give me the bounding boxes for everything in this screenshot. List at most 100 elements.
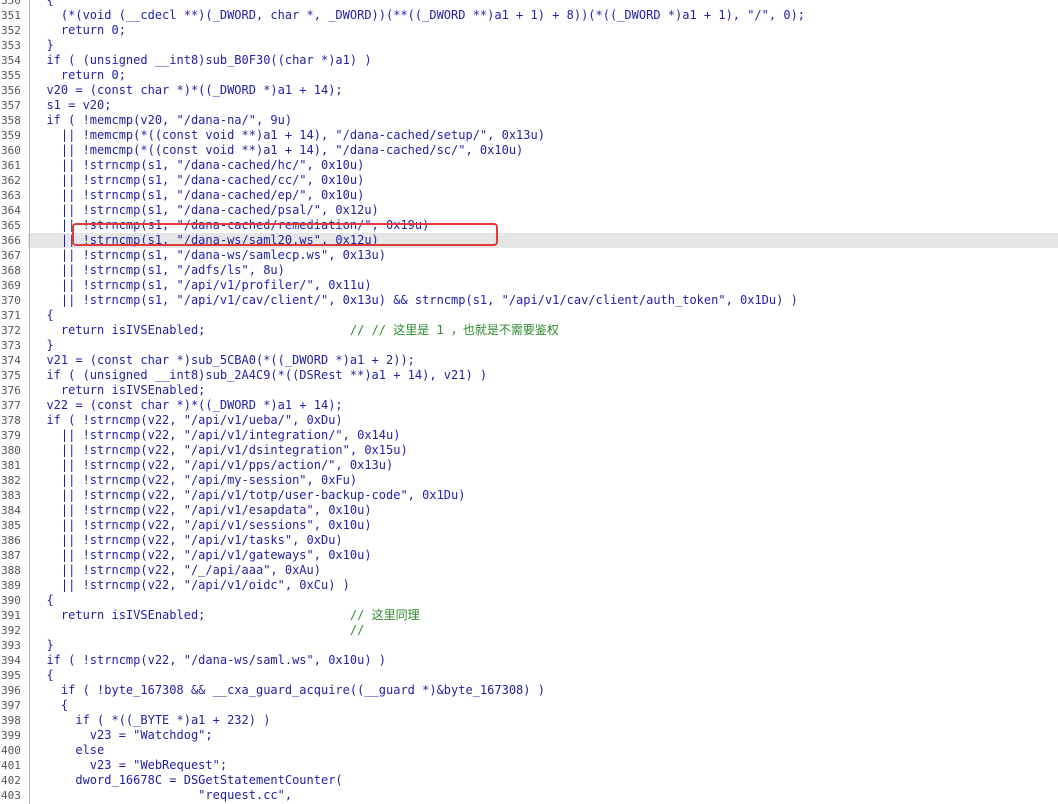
code-text: return isIVSEnabled; (32, 382, 206, 397)
code-line[interactable]: 401 v23 = "WebRequest"; (0, 758, 1058, 773)
code-line[interactable]: 375 if ( (unsigned __int8)sub_2A4C9(*((D… (0, 368, 1058, 383)
code-line[interactable]: 402 dword_16678C = DSGetStatementCounter… (0, 773, 1058, 788)
code-line[interactable]: 380 || !strncmp(v22, "/api/v1/dsintegrat… (0, 443, 1058, 458)
code-line[interactable]: 395 { (0, 668, 1058, 683)
code-text: (*(void (__cdecl **)(_DWORD, char *, _DW… (32, 7, 806, 22)
code-line[interactable]: 350 { (0, 0, 1058, 8)
code-line[interactable]: 353 } (0, 38, 1058, 53)
code-line[interactable]: 363 || !strncmp(s1, "/dana-cached/ep/", … (0, 188, 1058, 203)
code-line[interactable]: 361 || !strncmp(s1, "/dana-cached/hc/", … (0, 158, 1058, 173)
line-number: 350 (1, 0, 21, 7)
code-line[interactable]: 371 { (0, 308, 1058, 323)
gutter-divider (29, 0, 30, 804)
code-text: s1 = v20; (32, 97, 112, 112)
line-number: 369 (1, 278, 21, 292)
code-text: || !strncmp(v22, "/api/my-session", 0xFu… (32, 472, 358, 487)
code-text: || !strncmp(v22, "/api/v1/sessions", 0x1… (32, 517, 372, 532)
line-number: 378 (1, 413, 21, 427)
line-number: 379 (1, 428, 21, 442)
code-text: else (32, 742, 105, 757)
code-text: if ( !strncmp(v22, "/api/v1/ueba/", 0xDu… (32, 412, 343, 427)
code-line[interactable]: 400 else (0, 743, 1058, 758)
line-number: 388 (1, 563, 21, 577)
code-line[interactable]: 396 if ( !byte_167308 && __cxa_guard_acq… (0, 683, 1058, 698)
code-line[interactable]: 385 || !strncmp(v22, "/api/v1/sessions",… (0, 518, 1058, 533)
line-number: 371 (1, 308, 21, 322)
line-number: 396 (1, 683, 21, 697)
code-line[interactable]: 384 || !strncmp(v22, "/api/v1/esapdata",… (0, 503, 1058, 518)
code-line[interactable]: 358 if ( !memcmp(v20, "/dana-na/", 9u) (0, 113, 1058, 128)
code-line[interactable]: 367 || !strncmp(s1, "/dana-ws/samlecp.ws… (0, 248, 1058, 263)
line-number: 389 (1, 578, 21, 592)
line-number: 384 (1, 503, 21, 517)
code-text: { (32, 0, 53, 8)
code-line[interactable]: 387 || !strncmp(v22, "/api/v1/gateways",… (0, 548, 1058, 563)
line-number: 355 (1, 68, 21, 82)
line-number: 354 (1, 53, 21, 67)
code-text: if ( !memcmp(v20, "/dana-na/", 9u) (32, 112, 293, 127)
line-number: 387 (1, 548, 21, 562)
code-text: } (32, 637, 54, 652)
code-line[interactable]: 377 v22 = (const char *)*((_DWORD *)a1 +… (0, 398, 1058, 413)
line-number: 351 (1, 8, 21, 22)
code-text: || !strncmp(s1, "/api/v1/cav/client/", 0… (32, 292, 798, 307)
code-line[interactable]: 360 || !memcmp(*((const void **)a1 + 14)… (0, 143, 1058, 158)
code-text: { (32, 697, 69, 712)
code-line[interactable]: 381 || !strncmp(v22, "/api/v1/pps/action… (0, 458, 1058, 473)
code-line[interactable]: 355 return 0; (0, 68, 1058, 83)
code-line[interactable]: 378 if ( !strncmp(v22, "/api/v1/ueba/", … (0, 413, 1058, 428)
code-line[interactable]: 359 || !memcmp(*((const void **)a1 + 14)… (0, 128, 1058, 143)
code-text: // (349, 622, 365, 637)
code-line[interactable]: 382 || !strncmp(v22, "/api/my-session", … (0, 473, 1058, 488)
line-number: 375 (1, 368, 21, 382)
code-line[interactable]: 357 s1 = v20; (0, 98, 1058, 113)
code-line[interactable]: 394 if ( !strncmp(v22, "/dana-ws/saml.ws… (0, 653, 1058, 668)
code-line[interactable]: 354 if ( (unsigned __int8)sub_B0F30((cha… (0, 53, 1058, 68)
code-text: v22 = (const char *)*((_DWORD *)a1 + 14)… (32, 397, 343, 412)
code-text: || !strncmp(v22, "/api/v1/dsintegration"… (32, 442, 408, 457)
code-line[interactable]: 373 } (0, 338, 1058, 353)
code-line[interactable]: 364 || !strncmp(s1, "/dana-cached/psal/"… (0, 203, 1058, 218)
code-line[interactable]: 403 "request.cc", (0, 788, 1058, 803)
code-line[interactable]: 390 { (0, 593, 1058, 608)
code-line[interactable]: 379 || !strncmp(v22, "/api/v1/integratio… (0, 428, 1058, 443)
code-text: || !strncmp(s1, "/api/v1/profiler/", 0x1… (32, 277, 372, 292)
code-text: v23 = "Watchdog"; (32, 727, 213, 742)
code-line[interactable]: 393 } (0, 638, 1058, 653)
line-number: 364 (1, 203, 21, 217)
code-line[interactable]: 352 return 0; (0, 23, 1058, 38)
code-text: v20 = (const char *)*((_DWORD *)a1 + 14)… (32, 82, 343, 97)
code-line[interactable]: 370 || !strncmp(s1, "/api/v1/cav/client/… (0, 293, 1058, 308)
line-number: 398 (1, 713, 21, 727)
code-line[interactable]: 397 { (0, 698, 1058, 713)
line-number: 363 (1, 188, 21, 202)
code-text: || !strncmp(v22, "/api/v1/totp/user-back… (32, 487, 466, 502)
line-number: 393 (1, 638, 21, 652)
code-text: || !strncmp(v22, "/api/v1/tasks", 0xDu) (32, 532, 343, 547)
line-number: 362 (1, 173, 21, 187)
pseudocode-editor[interactable]: 350 {351 (*(void (__cdecl **)(_DWORD, ch… (0, 0, 1058, 803)
code-line[interactable]: 383 || !strncmp(v22, "/api/v1/totp/user-… (0, 488, 1058, 503)
line-number: 374 (1, 353, 21, 367)
code-text: return 0; (32, 22, 126, 37)
code-text: if ( *((_BYTE *)a1 + 232) ) (32, 712, 271, 727)
code-line[interactable]: 398 if ( *((_BYTE *)a1 + 232) ) (0, 713, 1058, 728)
code-text: if ( !strncmp(v22, "/dana-ws/saml.ws", 0… (32, 652, 387, 667)
code-line[interactable]: 368 || !strncmp(s1, "/adfs/ls", 8u) (0, 263, 1058, 278)
line-number: 370 (1, 293, 21, 307)
code-line[interactable]: 392 // (0, 623, 1058, 638)
code-line[interactable]: 362 || !strncmp(s1, "/dana-cached/cc/", … (0, 173, 1058, 188)
code-line[interactable]: 399 v23 = "Watchdog"; (0, 728, 1058, 743)
line-number: 365 (1, 218, 21, 232)
code-text: || !strncmp(v22, "/api/v1/integration/",… (32, 427, 401, 442)
code-line[interactable]: 369 || !strncmp(s1, "/api/v1/profiler/",… (0, 278, 1058, 293)
code-line[interactable]: 351 (*(void (__cdecl **)(_DWORD, char *,… (0, 8, 1058, 23)
code-line[interactable]: 389 || !strncmp(v22, "/api/v1/oidc", 0xC… (0, 578, 1058, 593)
code-line[interactable]: 391 return isIVSEnabled; // 这里同理 (0, 608, 1058, 623)
code-line[interactable]: 372 return isIVSEnabled; // // 这里是 1 ，也就… (0, 323, 1058, 338)
code-line[interactable]: 356 v20 = (const char *)*((_DWORD *)a1 +… (0, 83, 1058, 98)
code-line[interactable]: 386 || !strncmp(v22, "/api/v1/tasks", 0x… (0, 533, 1058, 548)
code-line[interactable]: 388 || !strncmp(v22, "/_/api/aaa", 0xAu) (0, 563, 1058, 578)
code-line[interactable]: 376 return isIVSEnabled; (0, 383, 1058, 398)
code-line[interactable]: 374 v21 = (const char *)sub_5CBA0(*((_DW… (0, 353, 1058, 368)
